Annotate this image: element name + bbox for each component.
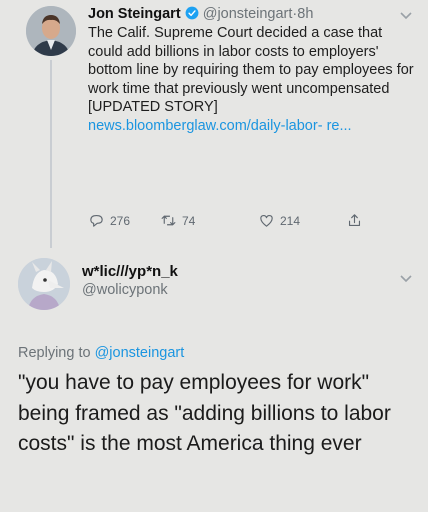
reply-header: w*lic///yp*n_k @wolicyponk	[82, 262, 178, 300]
reply-author-name[interactable]: w*lic///yp*n_k	[82, 262, 178, 281]
reply-count: 276	[110, 213, 131, 228]
link-line-1[interactable]: news.bloomberglaw.com/daily-labor-	[88, 118, 323, 134]
tweet-actions: 276 74 214	[88, 212, 388, 236]
verified-badge-icon	[185, 6, 199, 20]
reply-icon	[90, 214, 103, 227]
retweet-icon	[161, 215, 176, 226]
avatar-wolicyponk[interactable]	[18, 258, 70, 310]
replying-prefix: Replying to	[18, 345, 91, 361]
chevron-down-icon[interactable]	[400, 12, 412, 20]
link-line-2[interactable]: re...	[327, 118, 352, 134]
replying-to: Replying to @jonsteingart	[18, 345, 184, 361]
like-button[interactable]: 214	[258, 212, 300, 229]
tweet-link[interactable]: news.bloomberglaw.com/daily-labor- re...	[88, 118, 352, 134]
reply-button[interactable]: 276	[88, 212, 130, 229]
thread-line	[50, 60, 52, 248]
reply-text: "you have to pay employees for work" bei…	[18, 371, 391, 455]
avatar-jon-steingart[interactable]	[26, 6, 76, 56]
tweet-time[interactable]: 8h	[297, 6, 313, 22]
like-icon	[260, 214, 273, 227]
retweet-button[interactable]: 74	[160, 212, 195, 229]
tweet-header: Jon Steingart @jonsteingart·8h	[88, 5, 313, 23]
tweet-text: The Calif. Supreme Court decided a case …	[88, 24, 414, 136]
author-handle[interactable]: @jonsteingart	[203, 6, 293, 22]
share-button[interactable]	[346, 212, 363, 229]
tweet-body: The Calif. Supreme Court decided a case …	[88, 25, 414, 116]
chevron-down-icon[interactable]	[400, 275, 412, 283]
replying-mention[interactable]: @jonsteingart	[95, 345, 185, 361]
like-count: 214	[280, 213, 301, 228]
share-icon	[348, 214, 361, 227]
author-name[interactable]: Jon Steingart	[88, 6, 181, 22]
reply-author-handle[interactable]: @wolicyponk	[82, 281, 178, 300]
retweet-count: 74	[182, 213, 196, 228]
